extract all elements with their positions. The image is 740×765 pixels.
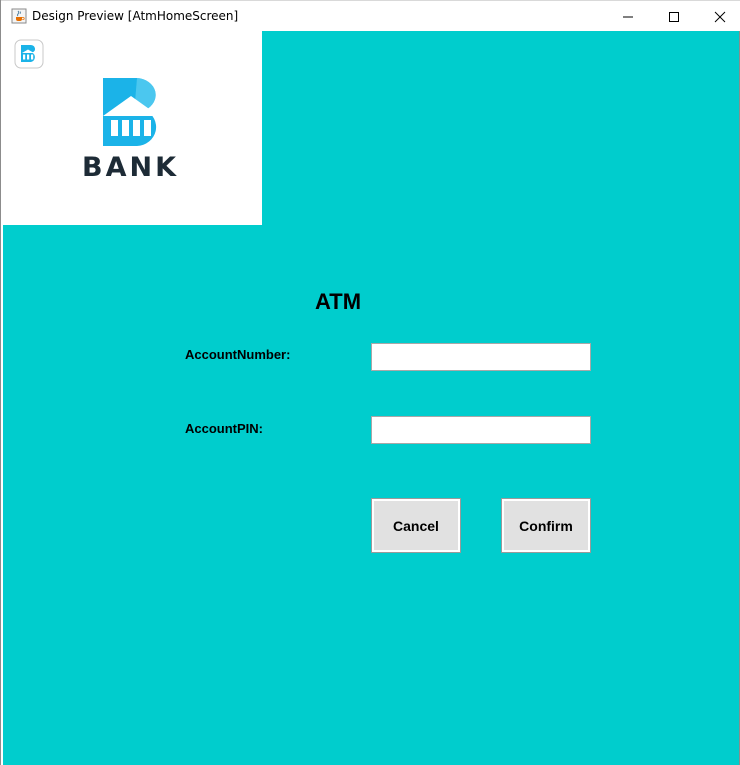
app-window: Design Preview [AtmHomeScreen] BANK ATM …	[0, 0, 740, 765]
bank-logo-text: BANK	[82, 152, 179, 183]
java-cup-icon	[11, 8, 27, 24]
account-pin-input[interactable]	[371, 416, 591, 444]
bank-app-icon	[14, 39, 44, 69]
maximize-button[interactable]	[651, 1, 697, 32]
page-title: ATM	[315, 289, 362, 314]
title-bar[interactable]: Design Preview [AtmHomeScreen]	[1, 0, 740, 31]
atm-home-screen: BANK ATM AccountNumber: AccountPIN: Canc…	[3, 31, 739, 765]
account-number-input[interactable]	[371, 343, 591, 371]
window-title: Design Preview [AtmHomeScreen]	[32, 9, 239, 23]
account-number-label: AccountNumber:	[185, 347, 291, 362]
cancel-button[interactable]: Cancel	[371, 498, 461, 553]
confirm-button[interactable]: Confirm	[501, 498, 591, 553]
bank-logo-icon	[103, 78, 159, 146]
close-button[interactable]	[697, 1, 740, 32]
maximize-icon	[669, 11, 679, 22]
close-icon	[714, 11, 726, 22]
minimize-button[interactable]	[605, 1, 651, 32]
minimize-icon	[623, 16, 633, 17]
account-pin-label: AccountPIN:	[185, 421, 263, 436]
logo-panel: BANK	[3, 31, 262, 225]
